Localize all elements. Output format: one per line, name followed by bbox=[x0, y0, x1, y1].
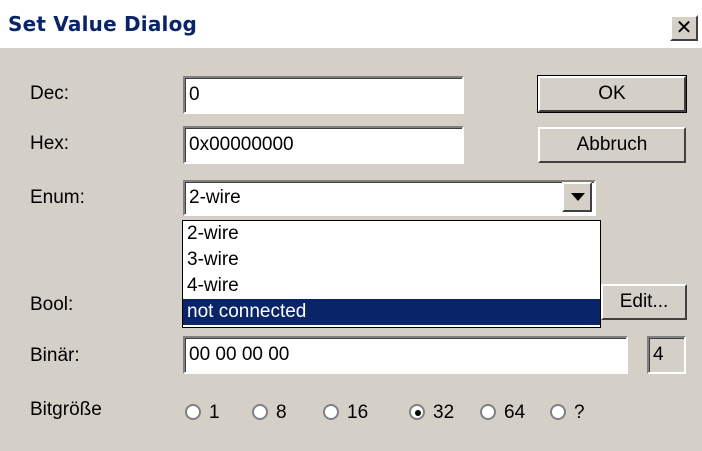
radio-dot-icon bbox=[252, 404, 268, 420]
window-title: Set Value Dialog bbox=[8, 12, 198, 36]
cancel-button[interactable]: Abbruch bbox=[538, 127, 686, 163]
radio-label: 32 bbox=[433, 402, 455, 423]
enum-label: Enum: bbox=[30, 187, 85, 208]
title-bar: Set Value Dialog ✕ bbox=[0, 0, 702, 48]
hex-input[interactable]: 0x00000000 bbox=[183, 126, 464, 164]
bit-count-field: 4 bbox=[647, 336, 686, 374]
radio-dot-icon bbox=[550, 404, 566, 420]
bitgroesse-label: Bitgröße bbox=[30, 399, 102, 420]
hex-label: Hex: bbox=[30, 133, 70, 154]
binaer-label: Binär: bbox=[30, 345, 80, 366]
radio-unknown[interactable]: ? bbox=[550, 402, 585, 424]
radio-64[interactable]: 64 bbox=[480, 402, 525, 424]
ok-button[interactable]: OK bbox=[537, 75, 687, 113]
radio-label: ? bbox=[574, 402, 585, 423]
radio-dot-checked-icon bbox=[409, 404, 425, 420]
radio-8[interactable]: 8 bbox=[252, 402, 287, 424]
radio-dot-icon bbox=[323, 404, 339, 420]
radio-label: 16 bbox=[347, 402, 369, 423]
radio-dot-icon bbox=[480, 404, 496, 420]
list-item[interactable]: 4-wire bbox=[183, 273, 600, 299]
list-item-selected[interactable]: not connected bbox=[183, 299, 600, 325]
radio-dot-icon bbox=[185, 404, 201, 420]
radio-1[interactable]: 1 bbox=[185, 402, 220, 424]
chevron-down-icon[interactable] bbox=[562, 182, 592, 212]
radio-label: 8 bbox=[276, 402, 287, 423]
radio-16[interactable]: 16 bbox=[323, 402, 368, 424]
binaer-input[interactable]: 00 00 00 00 bbox=[183, 336, 628, 374]
radio-label: 1 bbox=[209, 402, 220, 423]
enum-select[interactable]: 2-wire bbox=[183, 180, 596, 216]
radio-label: 64 bbox=[504, 402, 526, 423]
dec-label: Dec: bbox=[30, 83, 70, 104]
dec-input[interactable]: 0 bbox=[183, 76, 464, 114]
enum-dropdown-list[interactable]: 2-wire 3-wire 4-wire not connected bbox=[182, 220, 601, 328]
edit-button[interactable]: Edit... bbox=[601, 284, 687, 320]
close-icon: ✕ bbox=[675, 15, 693, 39]
close-button[interactable]: ✕ bbox=[670, 15, 698, 41]
list-item[interactable]: 2-wire bbox=[183, 221, 600, 247]
bool-label: Bool: bbox=[30, 294, 74, 315]
list-item[interactable]: 3-wire bbox=[183, 247, 600, 273]
radio-32[interactable]: 32 bbox=[409, 402, 454, 424]
